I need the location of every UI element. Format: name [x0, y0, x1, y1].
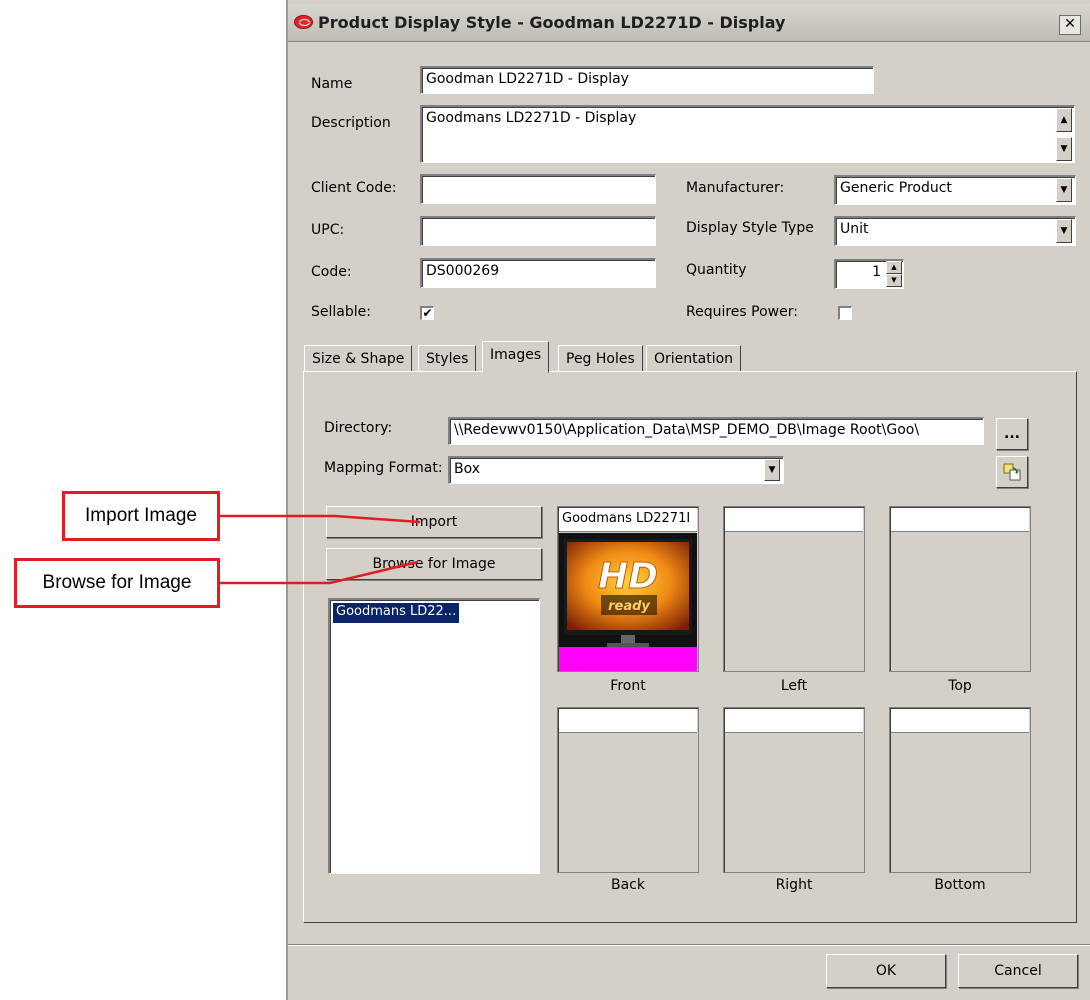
left-image-slot[interactable] — [723, 506, 865, 672]
display-style-type-select[interactable]: Unit — [834, 216, 1076, 246]
mapping-format-label: Mapping Format: — [324, 460, 443, 476]
bottom-slot-label: Bottom — [934, 877, 986, 893]
svg-text:ready: ready — [608, 599, 650, 614]
left-slot-header — [725, 508, 863, 532]
name-field[interactable]: Goodman LD2271D - Display — [420, 66, 874, 94]
front-thumbnail-image: HD ready — [559, 533, 697, 671]
import-button[interactable]: Import — [326, 506, 542, 538]
images-tab-panel: Directory: \\Redevwv0150\Application_Dat… — [303, 371, 1077, 923]
tab-size-shape[interactable]: Size & Shape — [304, 345, 413, 372]
image-list[interactable]: Goodmans LD22... — [328, 598, 540, 874]
display-style-type-label: Display Style Type — [686, 220, 814, 236]
left-slot-label: Left — [780, 678, 808, 694]
quantity-value: 1 — [872, 264, 881, 280]
mapping-format-dropdown-button[interactable]: ▼ — [764, 459, 780, 481]
name-label: Name — [311, 76, 353, 92]
product-display-style-dialog: Product Display Style - Goodman LD2271D … — [286, 0, 1090, 1000]
image-list-item[interactable]: Goodmans LD22... — [333, 603, 460, 623]
directory-field[interactable]: \\Redevwv0150\Application_Data\MSP_DEMO_… — [448, 417, 984, 445]
tab-peg-holes[interactable]: Peg Holes — [558, 345, 643, 372]
browse-for-image-button[interactable]: Browse for Image — [326, 548, 542, 580]
back-slot-label: Back — [611, 877, 645, 893]
right-slot-header — [725, 709, 863, 733]
requires-power-checkbox[interactable] — [838, 306, 852, 320]
description-scroll-down-button[interactable]: ▼ — [1056, 137, 1072, 161]
top-slot-header — [891, 508, 1029, 532]
browse-directory-button[interactable]: ... — [996, 418, 1028, 450]
right-slot-label: Right — [775, 877, 813, 893]
display-style-type-value: Unit — [840, 221, 869, 237]
title-bar: Product Display Style - Goodman LD2271D … — [288, 4, 1090, 42]
back-image-slot[interactable] — [557, 707, 699, 873]
tab-orientation[interactable]: Orientation — [646, 345, 742, 372]
upc-field[interactable] — [420, 216, 656, 246]
front-image-slot[interactable]: Goodmans LD2271I HD ready — [557, 506, 699, 672]
window-title: Product Display Style - Goodman LD2271D … — [318, 13, 786, 32]
manufacturer-select[interactable]: Generic Product — [834, 175, 1076, 205]
top-image-slot[interactable] — [889, 506, 1031, 672]
ok-button[interactable]: OK — [826, 954, 946, 988]
refresh-icon — [1003, 463, 1021, 481]
description-scroll-up-button[interactable]: ▲ — [1056, 108, 1072, 132]
client-code-label: Client Code: — [311, 180, 397, 196]
manufacturer-value: Generic Product — [840, 180, 952, 196]
code-field[interactable]: DS000269 — [420, 258, 656, 288]
sellable-checkbox[interactable]: ✔ — [420, 306, 434, 320]
code-label: Code: — [311, 264, 352, 280]
display-style-type-dropdown-button[interactable]: ▼ — [1056, 219, 1072, 243]
front-slot-label: Front — [610, 678, 646, 694]
manufacturer-dropdown-button[interactable]: ▼ — [1056, 178, 1072, 202]
bottom-slot-header — [891, 709, 1029, 733]
right-image-slot[interactable] — [723, 707, 865, 873]
cancel-button[interactable]: Cancel — [958, 954, 1078, 988]
top-slot-label: Top — [948, 678, 972, 694]
directory-label: Directory: — [324, 420, 393, 436]
oracle-app-icon — [294, 15, 313, 29]
client-code-field[interactable] — [420, 174, 656, 204]
upc-label: UPC: — [311, 222, 345, 238]
footer-separator — [288, 944, 1090, 946]
sellable-label: Sellable: — [311, 304, 371, 320]
description-text: Goodmans LD2271D - Display — [426, 110, 637, 126]
svg-text:HD: HD — [598, 556, 658, 597]
tab-styles[interactable]: Styles — [418, 345, 477, 372]
requires-power-label: Requires Power: — [686, 304, 798, 320]
quantity-up-button[interactable]: ▲ — [886, 261, 902, 274]
description-label: Description — [311, 115, 391, 131]
mapping-format-value: Box — [454, 461, 481, 477]
back-slot-header — [559, 709, 697, 733]
refresh-mapping-button[interactable] — [996, 456, 1028, 488]
front-slot-header: Goodmans LD2271I — [559, 508, 697, 532]
mapping-format-select[interactable]: Box — [448, 456, 784, 484]
browse-for-image-callout: Browse for Image — [14, 558, 220, 608]
quantity-down-button[interactable]: ▼ — [886, 274, 902, 287]
quantity-label: Quantity — [686, 262, 747, 278]
close-button[interactable]: ✕ — [1059, 15, 1081, 35]
manufacturer-label: Manufacturer: — [686, 180, 785, 196]
bottom-image-slot[interactable] — [889, 707, 1031, 873]
import-image-callout: Import Image — [62, 491, 220, 541]
tab-images[interactable]: Images — [482, 341, 550, 373]
description-field[interactable]: Goodmans LD2271D - Display — [420, 105, 1075, 163]
